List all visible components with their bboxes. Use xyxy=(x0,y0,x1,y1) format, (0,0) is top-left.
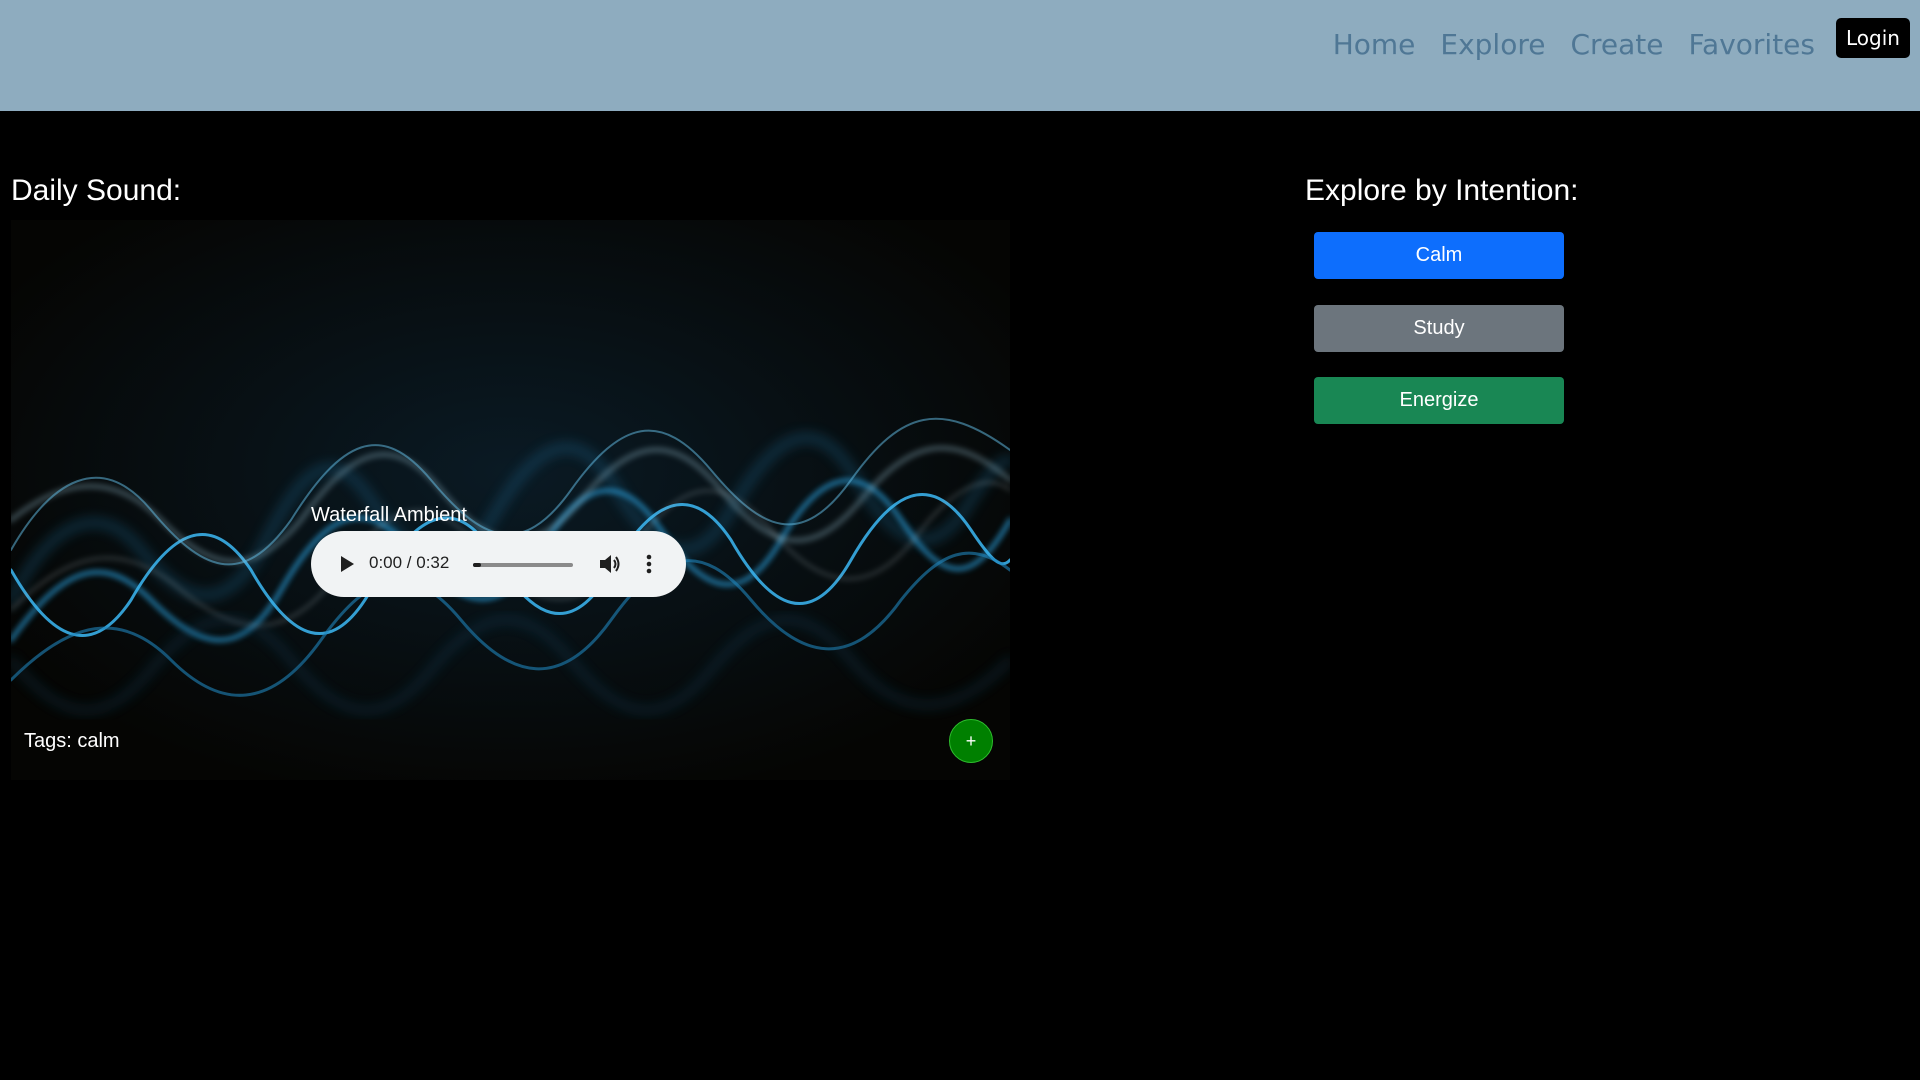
nav-link-home[interactable]: Home xyxy=(1333,28,1416,61)
audio-player: 0:00 / 0:32 xyxy=(311,531,686,597)
nav-links: Home Explore Create Favorites xyxy=(1333,28,1815,61)
top-navbar: Home Explore Create Favorites Login xyxy=(0,0,1920,111)
intention-energize-button[interactable]: Energize xyxy=(1314,377,1564,424)
nav-link-favorites[interactable]: Favorites xyxy=(1689,28,1815,61)
audio-time-display: 0:00 / 0:32 xyxy=(369,553,450,572)
audio-progress-fill xyxy=(473,563,481,567)
sound-tags: Tags: calm xyxy=(24,730,120,752)
login-button[interactable]: Login xyxy=(1836,18,1910,58)
audio-progress-bar[interactable] xyxy=(473,563,573,567)
intention-study-button[interactable]: Study xyxy=(1314,305,1564,352)
play-icon[interactable] xyxy=(333,551,359,577)
add-favorite-button[interactable]: + xyxy=(949,719,993,763)
explore-intention-title: Explore by Intention: xyxy=(1305,174,1579,207)
sound-title: Waterfall Ambient xyxy=(311,504,467,526)
intention-calm-button[interactable]: Calm xyxy=(1314,232,1564,279)
nav-link-create[interactable]: Create xyxy=(1570,28,1663,61)
nav-link-explore[interactable]: Explore xyxy=(1440,28,1545,61)
sound-wave-background xyxy=(11,220,1010,780)
daily-sound-title: Daily Sound: xyxy=(11,174,182,207)
daily-sound-card: Waterfall Ambient 0:00 / 0:32 Tags: calm… xyxy=(11,220,1010,780)
more-vertical-icon[interactable] xyxy=(641,551,657,577)
volume-icon[interactable] xyxy=(597,551,623,577)
